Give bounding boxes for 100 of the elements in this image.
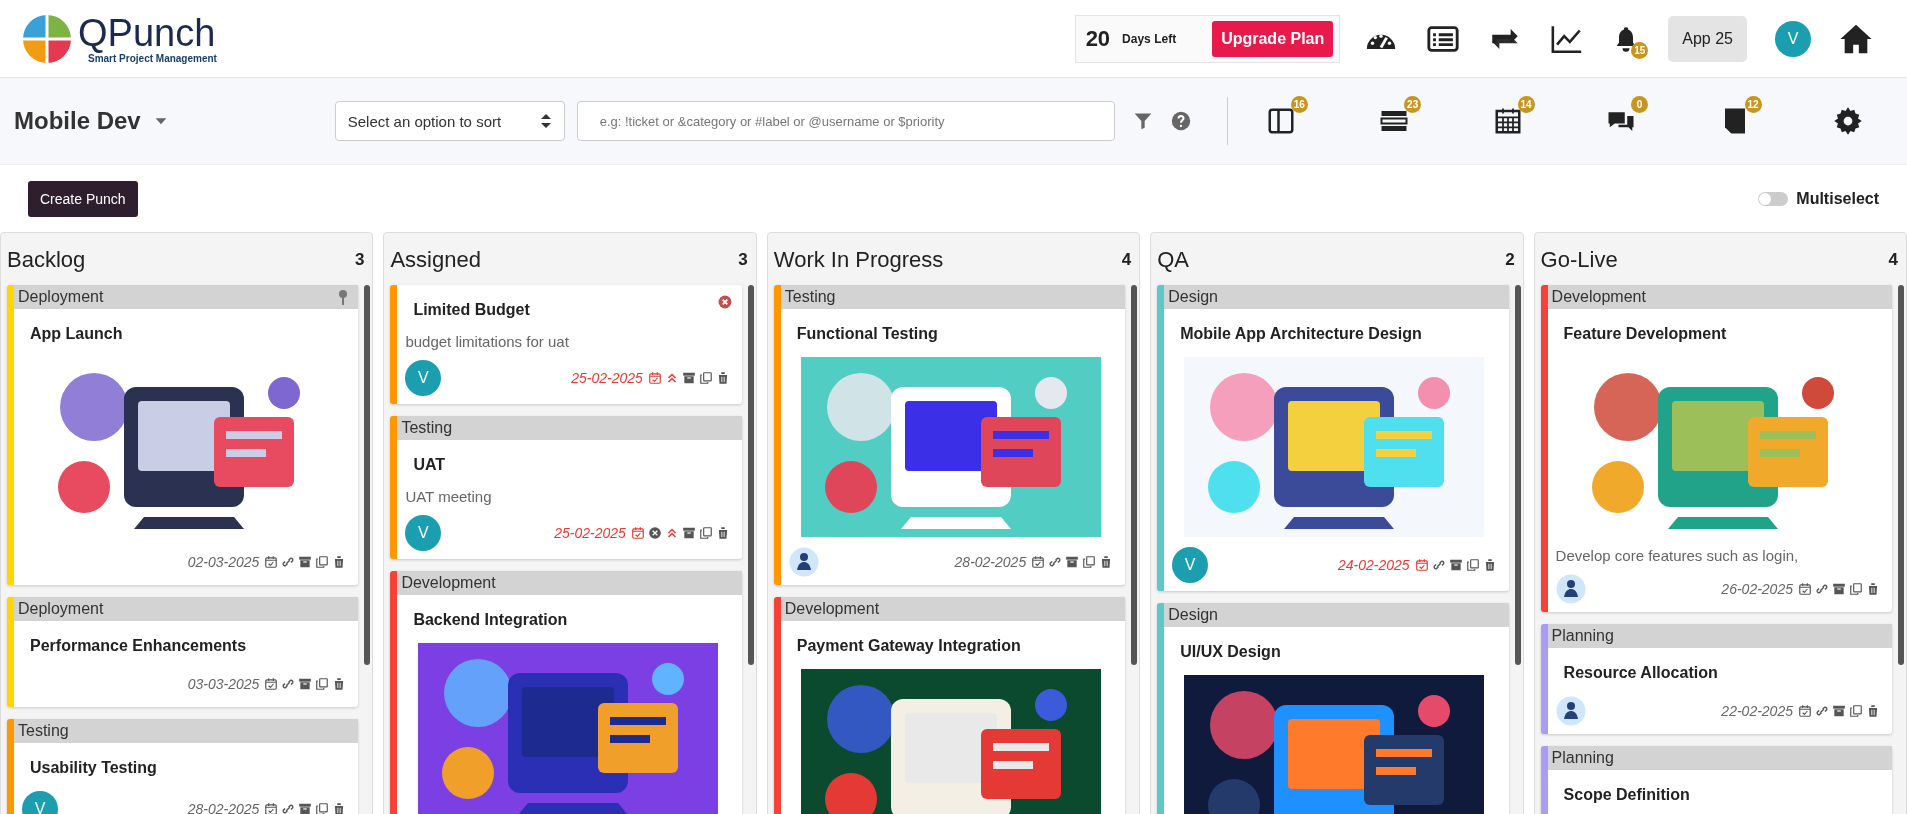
scrollbar[interactable] <box>1514 285 1521 665</box>
archive-icon[interactable] <box>298 802 313 814</box>
archive-icon[interactable] <box>1448 558 1463 572</box>
column-count: 4 <box>1888 250 1898 270</box>
scrollbar[interactable] <box>747 285 754 665</box>
column-title: Work In Progress <box>773 247 944 273</box>
column-title: Go-Live <box>1540 247 1618 273</box>
archive-icon[interactable] <box>681 526 696 540</box>
app-chip[interactable]: App 25 <box>1668 15 1747 62</box>
link-icon[interactable] <box>1431 558 1446 572</box>
category-label: Development <box>784 600 880 618</box>
column-count: 2 <box>1505 250 1515 270</box>
card-title: Usability Testing <box>29 758 157 778</box>
due-date: 24-02-2025 <box>1337 557 1410 573</box>
column-title: Assigned <box>390 247 481 273</box>
link-icon[interactable] <box>1815 582 1829 596</box>
count-badge: 12 <box>1744 96 1762 113</box>
archive-icon[interactable] <box>681 371 696 385</box>
scrollbar[interactable] <box>364 285 371 665</box>
link-icon[interactable] <box>281 555 296 569</box>
calendar-icon[interactable] <box>264 802 279 814</box>
multiselect-label: Multiselect <box>1796 189 1879 208</box>
task-card[interactable]: Planning Scope Definition <box>1540 746 1892 814</box>
close-icon[interactable] <box>717 295 732 309</box>
copy-icon[interactable] <box>315 677 330 691</box>
task-card[interactable]: Deployment Performance Enhancements 03-03-2025 <box>7 597 359 707</box>
due-date: 03-03-2025 <box>187 676 260 692</box>
archive-icon[interactable] <box>298 555 313 569</box>
user-avatar[interactable] <box>788 547 819 577</box>
archive-icon[interactable] <box>298 677 313 691</box>
category-label: Development <box>401 574 496 592</box>
board-title[interactable]: Mobile Dev <box>14 107 141 135</box>
link-icon[interactable] <box>281 677 296 691</box>
settings-icon[interactable] <box>1832 106 1863 136</box>
task-card[interactable]: Deployment App Launch 02-03-2025 <box>7 285 359 585</box>
trash-icon[interactable] <box>1866 704 1880 718</box>
card-title: Functional Testing <box>795 324 938 344</box>
multiselect-toggle[interactable] <box>1758 191 1789 206</box>
link-icon[interactable] <box>281 802 296 814</box>
user-avatar[interactable] <box>1555 696 1586 726</box>
calendar-icon[interactable] <box>1031 555 1046 569</box>
category-label: Design <box>1168 606 1218 624</box>
user-avatar[interactable] <box>1555 574 1586 604</box>
task-card[interactable]: Limited Budget budget limitations for uat V 25-02-2025 <box>390 285 742 404</box>
notification-badge: 15 <box>1631 41 1649 59</box>
task-card[interactable]: Testing UAT UAT meeting V 25-02-2025 <box>390 416 742 559</box>
card-title: UI/UX Design <box>1179 642 1281 662</box>
copy-icon[interactable] <box>1849 704 1863 718</box>
calendar-icon[interactable] <box>1798 582 1812 596</box>
card-title: Feature Development <box>1562 324 1727 344</box>
upgrade-button[interactable]: Upgrade Plan <box>1212 20 1334 57</box>
category-label: Planning <box>1551 627 1614 645</box>
column-title: QA <box>1157 247 1189 273</box>
due-date: 22-02-2025 <box>1721 703 1793 719</box>
help-icon[interactable] <box>1170 111 1191 131</box>
archive-icon[interactable] <box>1065 555 1080 569</box>
cancel-icon[interactable] <box>647 526 662 540</box>
task-card[interactable]: Design Mobile App Architecture Design V 24-02-2025 <box>1157 285 1509 591</box>
calendar-icon[interactable] <box>1798 704 1812 718</box>
card-title: Performance Enhancements <box>29 636 247 656</box>
due-date: 28-02-2025 <box>954 554 1027 570</box>
category-label: Testing <box>784 288 836 306</box>
calendar-icon[interactable] <box>264 555 279 569</box>
task-card[interactable]: Testing Usability Testing V 28-02-2025 <box>7 719 359 814</box>
task-card[interactable]: Design UI/UX Design <box>1157 603 1509 814</box>
copy-icon[interactable] <box>1465 558 1480 572</box>
copy-icon[interactable] <box>315 802 330 814</box>
card-title: Limited Budget <box>412 300 530 320</box>
task-card[interactable]: Development Payment Gateway Integration <box>773 597 1126 814</box>
create-punch-button[interactable]: Create Punch <box>28 180 138 217</box>
brand-tagline: Smart Project Management <box>88 53 217 64</box>
task-card[interactable]: Testing Functional Testing 28-02-2025 <box>773 285 1126 585</box>
copy-icon[interactable] <box>1849 582 1863 596</box>
card-description: UAT meeting <box>405 488 493 505</box>
card-title: Payment Gateway Integration <box>795 636 1021 656</box>
sort-select[interactable]: Select an option to sort <box>334 101 565 141</box>
link-icon[interactable] <box>1815 704 1829 718</box>
archive-icon[interactable] <box>1832 704 1846 718</box>
category-label: Deployment <box>18 288 104 306</box>
card-description: budget limitations for uat <box>405 333 570 350</box>
column-title: Backlog <box>7 247 86 273</box>
calendar-icon[interactable] <box>264 677 279 691</box>
due-date: 02-03-2025 <box>187 554 260 570</box>
due-date: 28-02-2025 <box>187 801 260 814</box>
sort-arrows-icon[interactable] <box>539 114 552 128</box>
task-card[interactable]: Development Backend Integration <box>390 571 742 814</box>
count-badge: 23 <box>1404 96 1422 113</box>
scrollbar[interactable] <box>1131 285 1138 665</box>
search-field[interactable]: e.g: !ticket or &category or #label or @username or $priority <box>576 101 1115 141</box>
due-date: 25-02-2025 <box>571 370 643 386</box>
archive-icon[interactable] <box>1832 582 1846 596</box>
scrollbar[interactable] <box>1898 285 1904 665</box>
copy-icon[interactable] <box>698 526 713 540</box>
copy-icon[interactable] <box>698 371 713 385</box>
link-icon[interactable] <box>1048 555 1063 569</box>
task-card[interactable]: Development Feature Development Develop core features such as login, 26-02-2025 <box>1540 285 1892 612</box>
trash-icon[interactable] <box>1866 582 1880 596</box>
task-card[interactable]: Planning Resource Allocation 22-02-2025 <box>1540 624 1892 734</box>
copy-icon[interactable] <box>1082 555 1097 569</box>
copy-icon[interactable] <box>315 555 330 569</box>
